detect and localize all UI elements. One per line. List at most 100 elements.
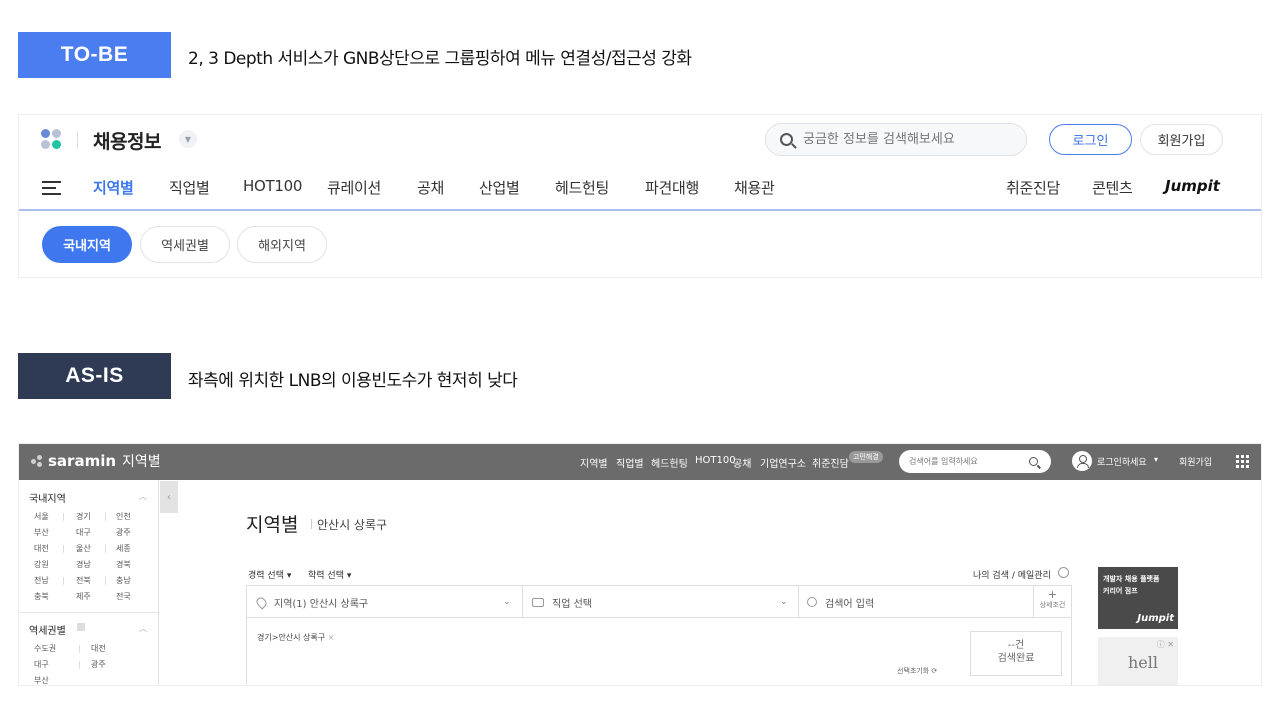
gnb-item-contents[interactable]: 콘텐츠 — [1092, 177, 1133, 198]
topbar-item-public[interactable]: 공채 — [733, 455, 751, 470]
join-button[interactable]: 회원가입 — [1140, 124, 1223, 155]
gnb-item-curation[interactable]: 큐레이션 — [327, 177, 417, 198]
menu-icon[interactable] — [42, 181, 61, 195]
gnb-item-hot100[interactable]: HOT100 — [243, 177, 327, 198]
lnb-region[interactable]: 강원 — [34, 559, 49, 570]
reset-button[interactable]: 선택초기화 ⟳ — [897, 666, 937, 676]
lnb-region[interactable]: 충북 — [34, 591, 49, 602]
topbar-item-career-talk[interactable]: 취준진담 — [812, 455, 849, 470]
lnb-pipe — [79, 661, 80, 669]
lnb-region[interactable]: 울산 — [76, 543, 91, 554]
jumpit-logo[interactable]: Jumpit — [1165, 177, 1220, 195]
login-button[interactable]: 로그인 — [1049, 124, 1132, 155]
my-search-link[interactable]: 나의 검색 / 메일관리 — [973, 568, 1051, 581]
career-filter-label: 경력 선택 — [248, 571, 284, 581]
lnb-region[interactable]: 광주 — [116, 527, 131, 538]
lnb-region[interactable]: 경남 — [76, 559, 91, 570]
lnb-region[interactable]: 경기 — [76, 511, 91, 522]
lnb-region[interactable]: 전국 — [116, 591, 131, 602]
briefcase-icon — [532, 597, 544, 607]
topbar-item-company-lab[interactable]: 기업연구소 — [760, 455, 806, 470]
chip-domestic[interactable]: 국내지역 — [42, 226, 132, 263]
gnb-item-dispatch[interactable]: 파견대행 — [645, 177, 734, 198]
topbar-item-hot100[interactable]: HOT100 — [695, 455, 736, 466]
result-label: 검색완료 — [997, 653, 1035, 664]
gnb-item-headhunting[interactable]: 헤드헌팅 — [555, 177, 645, 198]
topbar-login[interactable]: 로그인하세요 — [1097, 455, 1147, 468]
chevron-up-icon[interactable]: ︿ — [139, 623, 147, 634]
lnb-pipe — [63, 513, 64, 521]
topbar-join[interactable]: 회원가입 — [1179, 455, 1212, 468]
lnb-sidebar: 국내지역 ︿ 서울 경기 인천 부산 대구 광주 대전 울산 세종 강원 경남 … — [19, 480, 159, 685]
chevron-down-icon[interactable]: ▾ — [1154, 455, 1158, 464]
gnb-item-public[interactable]: 공채 — [417, 177, 479, 198]
selected-filter-chip[interactable]: 경기>안산시 상록구 × — [257, 632, 334, 643]
lnb-pipe — [105, 577, 106, 585]
chip-overseas[interactable]: 해외지역 — [237, 226, 327, 263]
gnb-item-career-talk[interactable]: 취준진담 — [1006, 177, 1060, 198]
lnb-region[interactable]: 대전 — [34, 543, 49, 554]
ad-banner-jumpit[interactable]: 개발자 채용 플랫폼 커리어 점프 Jumpit — [1098, 567, 1178, 629]
info-icon[interactable] — [77, 623, 85, 631]
topbar-search-input[interactable] — [909, 457, 1029, 466]
lnb-region[interactable]: 제주 — [76, 591, 91, 602]
detail-conditions-label: 상세조건 — [1039, 601, 1066, 609]
search-icon[interactable] — [1029, 457, 1038, 466]
brand-title[interactable]: 채용정보 — [93, 127, 161, 154]
topbar-item-headhunting[interactable]: 헤드헌팅 — [651, 455, 688, 470]
lnb-subway-region[interactable]: 대전 — [91, 643, 106, 654]
lnb-region[interactable]: 전북 — [76, 575, 91, 586]
career-filter[interactable]: 경력 선택 ▾ — [248, 568, 291, 581]
gear-icon[interactable] — [1058, 567, 1069, 578]
lnb-region[interactable]: 세종 — [116, 543, 131, 554]
job-select[interactable]: 직업 선택 — [532, 586, 797, 618]
asis-headline: 좌측에 위치한 LNB의 이용빈도수가 현저히 낮다 — [188, 371, 518, 391]
topbar-item-job[interactable]: 직업별 — [616, 455, 644, 470]
lnb-subway-region[interactable]: 대구 — [34, 659, 49, 670]
lnb-subway-title[interactable]: 역세권별 — [29, 622, 66, 637]
education-filter[interactable]: 학력 선택 ▾ — [308, 568, 351, 581]
lnb-region[interactable]: 인천 — [116, 511, 131, 522]
chevron-down-icon[interactable]: ▼ — [179, 130, 197, 148]
lnb-subway-region[interactable]: 광주 — [91, 659, 106, 670]
search-icon — [780, 133, 793, 146]
gnb-item-region[interactable]: 지역별 — [93, 177, 169, 198]
ad-banner-hell[interactable]: ⓘ ✕ hell — [1098, 637, 1178, 685]
gnb-item-job[interactable]: 직업별 — [169, 177, 243, 198]
saramin-logo[interactable]: saramin 지역별 — [31, 451, 161, 471]
close-icon[interactable]: ⓘ ✕ — [1157, 639, 1174, 650]
lnb-pipe — [105, 545, 106, 553]
lnb-region[interactable]: 경북 — [116, 559, 131, 570]
lnb-region[interactable]: 대구 — [76, 527, 91, 538]
chip-subway[interactable]: 역세권별 — [140, 226, 230, 263]
user-icon[interactable] — [1072, 451, 1092, 471]
chevron-down-icon[interactable]: ⌄ — [503, 597, 511, 607]
chevron-down-icon[interactable]: ⌄ — [780, 597, 788, 607]
chevron-up-icon[interactable]: ︿ — [139, 491, 147, 502]
ad-text-2: 커리어 점프 — [1103, 587, 1138, 595]
ad-jumpit-logo: Jumpit — [1137, 613, 1174, 624]
keyword-input[interactable]: 검색어 입력 — [807, 586, 1027, 618]
search-complete-button[interactable]: --건 검색완료 — [970, 631, 1062, 676]
lnb-region[interactable]: 전남 — [34, 575, 49, 586]
lnb-region[interactable]: 충남 — [116, 575, 131, 586]
lnb-region[interactable]: 서울 — [34, 511, 49, 522]
lnb-subway-region[interactable]: 수도권 — [34, 643, 56, 654]
lnb-pipe — [63, 577, 64, 585]
gnb-item-hall[interactable]: 채용관 — [734, 177, 794, 198]
lnb-domestic-title[interactable]: 국내지역 — [29, 490, 66, 505]
search-input[interactable] — [803, 132, 1003, 147]
gnb-item-industry[interactable]: 산업별 — [479, 177, 555, 198]
close-icon[interactable]: × — [328, 633, 335, 642]
lnb-collapse-button[interactable]: ‹ — [160, 481, 178, 513]
topbar-item-region[interactable]: 지역별 — [580, 455, 608, 470]
region-select[interactable]: 지역(1) 안산시 상록구 — [254, 586, 522, 618]
apps-grid-icon[interactable] — [1236, 455, 1250, 469]
detail-conditions-button[interactable]: + 상세조건 — [1035, 589, 1070, 611]
lnb-region[interactable]: 부산 — [34, 527, 49, 538]
topbar-search[interactable] — [899, 450, 1051, 473]
search-bar[interactable] — [765, 123, 1027, 156]
lnb-divider — [19, 612, 159, 613]
lnb-subway-region[interactable]: 부산 — [34, 675, 49, 685]
brand-logo-icon[interactable] — [41, 129, 63, 151]
